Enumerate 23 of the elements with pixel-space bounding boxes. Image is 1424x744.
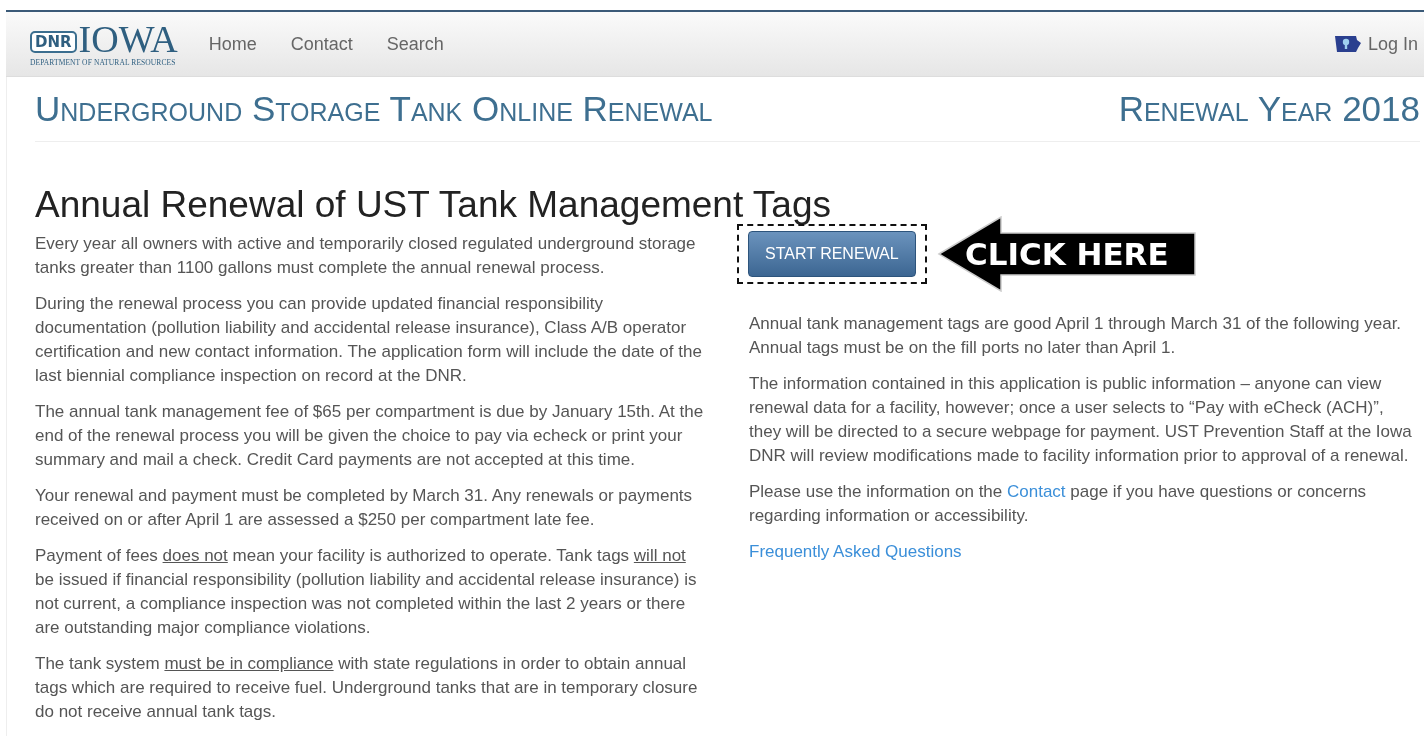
paragraph: Payment of fees does not mean your facility is authorized to operate. Tank tags will not be issued if financial responsibility (pollution liability and accidental release insurance) is not current, a compliance inspection was not completed within the last 2 years or there are outstanding major compliance violations. — [35, 545, 698, 639]
faq-link[interactable]: Frequently Asked Questions — [749, 542, 962, 562]
nav-link[interactable]: Home — [191, 33, 274, 55]
paragraph: Please use the information on the Contact page if you have questions or concerns regarding information or accessibility. — [749, 481, 1368, 527]
paragraph: Your renewal and payment must be completed by March 31. Any renewals or payments received on or after April 1 are assessed a $250 per compartment late fee. — [35, 485, 694, 531]
keyhole-icon — [1333, 34, 1362, 54]
paragraph: The information contained in this application is public information – anyone can view renewal data for a facility, however; once a user selects to “Pay with eCheck (ACH)”, they will be directed to a secure webpage for payment. UST Prevention Staff at the Iowa DNR will review modifications made to facility information prior to approval of a renewal. — [749, 373, 1413, 467]
paragraph: The tank system must be in compliance with state regulations in order to obtain annual tags which are required to receive fuel. Underground tanks that are in temporary closure do not receive annual tank tags. — [35, 653, 699, 723]
click-here-arrow: CLICK HERE — [936, 216, 1197, 292]
paragraph: The annual tank management fee of $65 per compartment is due by January 15th. At the end of the renewal process you will be given the choice to pay via echeck or print your summary and mail a check. Credit Card payments are not accepted at this time. — [35, 401, 705, 471]
page-heading: Annual Renewal of UST Tank Management Tags — [35, 183, 832, 227]
logo-badge: DNR — [30, 31, 77, 53]
start-renewal-button[interactable]: START RENEWAL — [748, 231, 916, 277]
page-title: Underground Storage Tank Online Renewal — [35, 89, 713, 129]
paragraph: During the renewal process you can provide updated financial responsibility documentation (pollution liability and accidental release insurance), Class A/B operator certification and new contact information. The application form will include the date of the last biennial compliance inspection on record at the DNR. — [35, 293, 703, 387]
paragraph: Annual tank management tags are good April 1 through March 31 of the following year. Annual tags must be on the fill ports no later than April 1. — [749, 313, 1403, 359]
nav-link[interactable]: Contact — [273, 33, 370, 55]
nav-link[interactable]: Search — [369, 33, 461, 55]
logo-wordmark: IOWA — [78, 21, 178, 57]
login-link[interactable]: Log In — [1333, 33, 1418, 55]
paragraph: Every year all owners with active and temporarily closed regulated underground storage tanks greater than 1100 gallons must complete the annual renewal process. — [35, 233, 697, 279]
renewal-year: Renewal Year 2018 — [1118, 89, 1420, 129]
contact-link[interactable]: Contact — [1007, 482, 1066, 501]
